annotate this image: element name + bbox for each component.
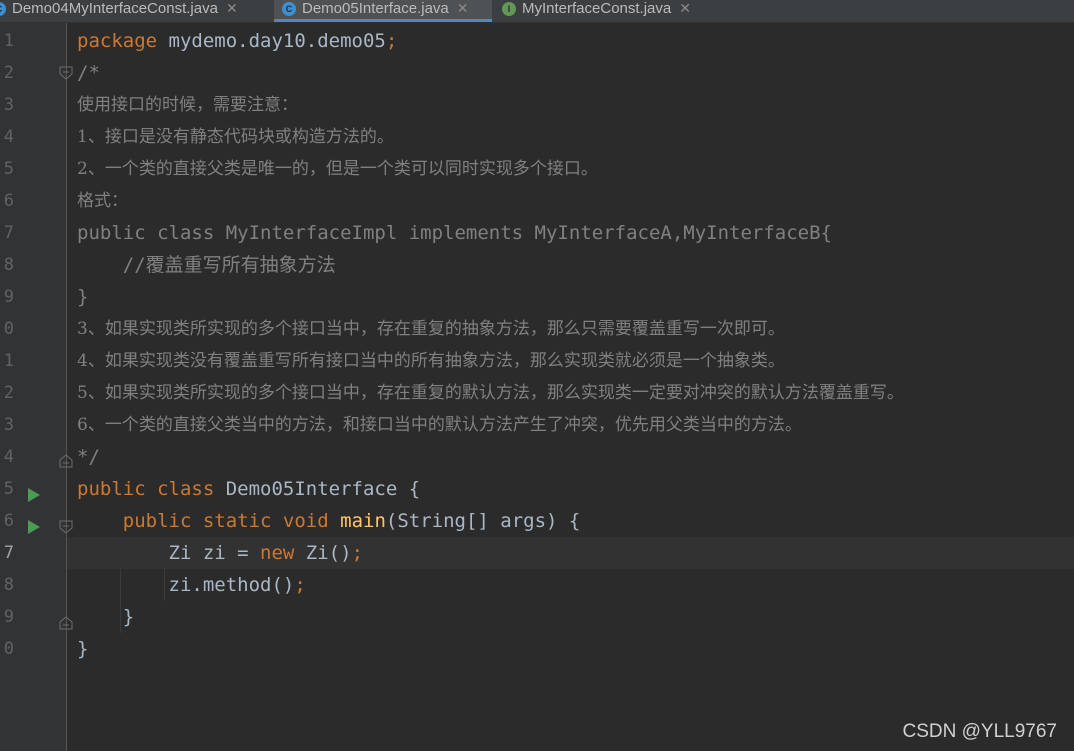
line-number: 0 — [3, 639, 14, 659]
semicolon: ; — [351, 542, 364, 564]
code-line: public class MyInterfaceImpl implements … — [67, 217, 1074, 249]
comment-text: //覆盖重写所有抽象方法 — [77, 254, 336, 276]
line-number: 1 — [3, 31, 14, 51]
code-line-current: Zi zi = new Zi(); — [67, 537, 1074, 569]
method-params: (String[] args) { — [385, 510, 581, 532]
tab-demo04-my-interface-const[interactable]: C Demo04MyInterfaceConst.java ✕ — [0, 0, 264, 22]
comment-text: 格式： — [77, 191, 128, 211]
comment-text: 1、接口是没有静态代码块或构造方法的。 — [77, 127, 394, 147]
close-icon[interactable]: ✕ — [679, 0, 691, 16]
comment-text: */ — [77, 446, 100, 468]
code-line: 6、一个类的直接父类当中的方法，和接口当中的默认方法产生了冲突，优先用父类当中的… — [67, 409, 1074, 441]
code-line: 5、如果实现类所实现的多个接口当中，存在重复的默认方法，那么实现类一定要对冲突的… — [67, 377, 1074, 409]
package-name: mydemo.day10.demo05 — [157, 30, 386, 52]
line-number: 3 — [3, 415, 14, 435]
line-number: 6 — [3, 191, 14, 211]
line-number: 3 — [3, 95, 14, 115]
comment-text: 3、如果实现类所实现的多个接口当中，存在重复的抽象方法，那么只需要覆盖重写一次即… — [77, 319, 785, 339]
line-number: 5 — [3, 159, 14, 179]
code-line: 4、如果实现类没有覆盖重写所有接口当中的所有抽象方法，那么实现类就必须是一个抽象… — [67, 345, 1074, 377]
tab-demo05-interface[interactable]: C Demo05Interface.java ✕ — [274, 0, 492, 22]
line-number: 6 — [3, 511, 14, 531]
editor-tab-bar: C Demo04MyInterfaceConst.java ✕ C Demo05Int… — [0, 0, 1074, 23]
code-line: public static void main(String[] args) { — [67, 505, 1074, 537]
code-editor[interactable]: package mydemo.day10.demo05; /* 使用接口的时候，… — [67, 23, 1074, 751]
code-line: 1、接口是没有静态代码块或构造方法的。 — [67, 121, 1074, 153]
keyword: public static void — [122, 510, 329, 532]
editor-gutter: 1 2 3 4 5 6 7 8 9 0 1 2 3 4 5 6 7 8 9 0 — [0, 23, 73, 751]
comment-text: /* — [77, 62, 100, 84]
code-line: 格式： — [67, 185, 1074, 217]
code-line: public class Demo05Interface { — [67, 473, 1074, 505]
line-number: 5 — [3, 479, 14, 499]
semicolon: ; — [294, 574, 306, 596]
code-line: */ — [67, 441, 1074, 473]
closing-brace: } — [77, 606, 135, 628]
code-line: } — [67, 633, 1074, 665]
code-line: 3、如果实现类所实现的多个接口当中，存在重复的抽象方法，那么只需要覆盖重写一次即… — [67, 313, 1074, 345]
class-icon: C — [282, 2, 296, 16]
line-number: 4 — [3, 127, 14, 147]
line-number: 8 — [3, 255, 14, 275]
run-main-icon[interactable] — [28, 520, 40, 534]
class-declaration: Demo05Interface { — [214, 478, 421, 500]
code-line: //覆盖重写所有抽象方法 — [67, 249, 1074, 281]
method-name: main — [340, 510, 386, 532]
watermark: CSDN @YLL9767 — [902, 721, 1057, 742]
code-line: 使用接口的时候，需要注意： — [67, 89, 1074, 121]
statement: zi.method() — [168, 574, 295, 596]
line-number: 1 — [3, 351, 14, 371]
semicolon: ; — [385, 30, 398, 52]
run-class-icon[interactable] — [28, 488, 40, 502]
line-number: 2 — [3, 383, 14, 403]
code-line: package mydemo.day10.demo05; — [67, 25, 1074, 57]
code-line: zi.method(); — [67, 569, 1074, 601]
code-line: /* — [67, 57, 1074, 89]
line-number: 4 — [3, 447, 14, 467]
tab-label: MyInterfaceConst.java — [522, 0, 672, 17]
line-number: 9 — [3, 607, 14, 627]
comment-text: 6、一个类的直接父类当中的方法，和接口当中的默认方法产生了冲突，优先用父类当中的… — [77, 415, 802, 435]
line-number: 7 — [3, 223, 14, 243]
tab-label: Demo04MyInterfaceConst.java — [12, 0, 218, 17]
keyword: package — [77, 30, 158, 52]
comment-text: 2、一个类的直接父类是唯一的，但是一个类可以同时实现多个接口。 — [77, 159, 598, 179]
line-number: 2 — [3, 63, 14, 83]
code-line: } — [67, 281, 1074, 313]
keyword: new — [260, 542, 295, 564]
statement: Zi() — [294, 542, 352, 564]
tab-label: Demo05Interface.java — [302, 0, 449, 17]
comment-text: } — [77, 286, 89, 308]
closing-brace: } — [77, 638, 89, 660]
comment-text: 4、如果实现类没有覆盖重写所有接口当中的所有抽象方法，那么实现类就必须是一个抽象… — [77, 351, 785, 371]
comment-text: public class MyInterfaceImpl implements … — [77, 222, 832, 244]
tab-my-interface-const[interactable]: I MyInterfaceConst.java ✕ — [502, 0, 722, 22]
comment-text: 5、如果实现类所实现的多个接口当中，存在重复的默认方法，那么实现类一定要对冲突的… — [77, 383, 904, 403]
close-icon[interactable]: ✕ — [226, 0, 238, 16]
line-number: 8 — [3, 575, 14, 595]
comment-text: 使用接口的时候，需要注意： — [77, 95, 298, 115]
line-number: 0 — [3, 319, 14, 339]
code-line: } — [67, 601, 1074, 633]
line-number-current: 7 — [3, 543, 14, 563]
close-icon[interactable]: ✕ — [457, 0, 469, 16]
code-line: 2、一个类的直接父类是唯一的，但是一个类可以同时实现多个接口。 — [67, 153, 1074, 185]
statement: Zi zi = — [168, 542, 261, 564]
keyword: public class — [77, 478, 215, 500]
interface-icon: I — [502, 2, 516, 16]
class-icon: C — [0, 2, 6, 16]
line-number: 9 — [3, 287, 14, 307]
